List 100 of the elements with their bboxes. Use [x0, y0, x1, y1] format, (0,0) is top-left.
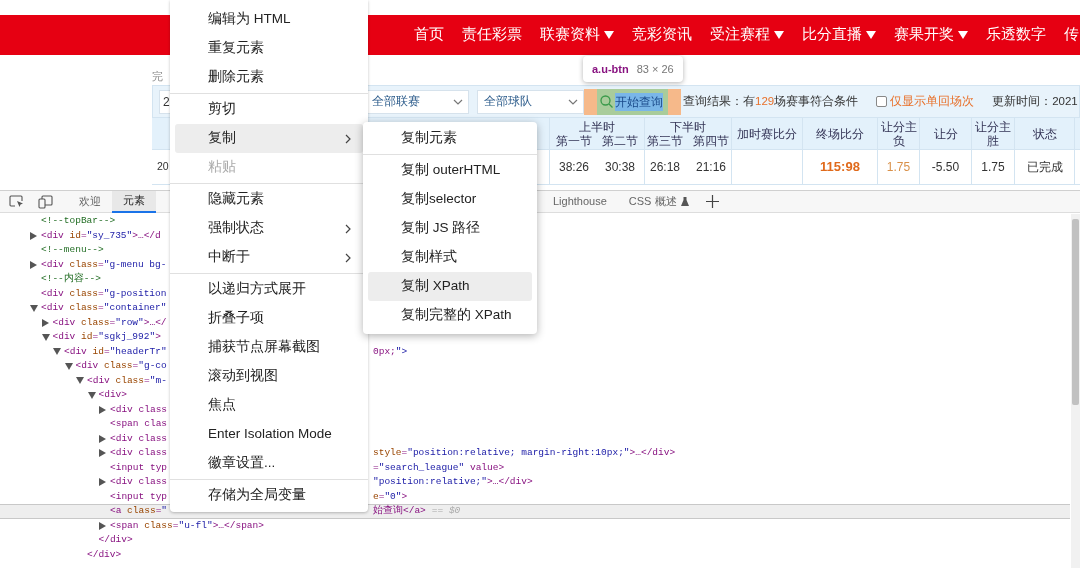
caret-icon [958, 31, 968, 39]
code-line[interactable]: <div class [110, 475, 168, 490]
code-line[interactable]: <div id="sgkj_992"> [52, 330, 161, 345]
column-header: 加时赛比分 [736, 126, 798, 141]
menu-item[interactable]: 复制 XPath [368, 272, 532, 301]
table-cell-text: 21:16 [696, 159, 727, 176]
table-cell-text: 115:98 [820, 158, 860, 177]
code-line[interactable]: <span clas [110, 417, 168, 432]
select-field[interactable]: 全部联赛 [365, 89, 469, 114]
column-header: 状态 [1031, 126, 1058, 141]
menu-item[interactable]: 徽章设置... [175, 449, 363, 478]
menu-item[interactable]: 隐藏元素 [175, 185, 363, 214]
devtools-tab[interactable]: 元素 [112, 190, 156, 213]
inspect-icon[interactable] [9, 193, 25, 210]
table-cell-text: 1.75 [981, 159, 1005, 176]
code-line[interactable]: <div class [110, 402, 168, 417]
add-tab-icon[interactable] [705, 194, 720, 209]
menu-item[interactable]: 重复元素 [175, 34, 363, 63]
code-line[interactable]: <input typ [110, 489, 168, 504]
code-line[interactable]: </div> [87, 547, 122, 562]
column-header: 让分主胜 [974, 119, 1012, 148]
nav-link[interactable]: 联赛资料 [540, 24, 614, 46]
menu-item[interactable]: 捕获节点屏幕截图 [175, 333, 363, 362]
column-header: 第二节 [602, 133, 638, 148]
menu-item[interactable]: 复制 [175, 124, 363, 153]
table-cell-text: -5.50 [931, 159, 960, 176]
caret-icon [604, 31, 614, 39]
nav-link[interactable]: 赛果开奖 [894, 24, 968, 46]
menu-item[interactable]: 焦点 [175, 391, 363, 420]
code-line[interactable]: <div class="container" [41, 301, 167, 316]
code-line[interactable]: <div class="g-position [41, 286, 167, 301]
menu-item[interactable]: 剪切 [175, 95, 363, 124]
scrollbar[interactable] [1071, 214, 1080, 568]
menu-item[interactable]: 复制元素 [368, 124, 532, 153]
dollar-zero-text: == $0 [431, 504, 461, 519]
devtools-tab[interactable]: 欢迎 [68, 190, 112, 213]
nav-link[interactable]: 比分直播 [802, 24, 876, 46]
nav-link[interactable]: 受注赛程 [710, 24, 784, 46]
menu-item[interactable]: 复制selector [368, 185, 532, 214]
code-line[interactable]: <div class [110, 431, 168, 446]
menu-item[interactable]: Enter Isolation Mode [175, 420, 363, 449]
select-field[interactable]: 全部球队 [477, 89, 584, 114]
table-cell-text: 38:26 [558, 159, 589, 176]
menu-item[interactable]: 删除元素 [175, 63, 363, 92]
code-line[interactable]: <span class="u-fl">…</span> [110, 518, 264, 533]
expand-arrow-icon [99, 521, 106, 530]
code-line[interactable]: <div class="m- [87, 373, 167, 388]
code-line[interactable]: <div id="headerTr" [64, 344, 167, 359]
code-line[interactable]: <div class [110, 446, 168, 461]
update-time-text: 更新时间：2021 [992, 93, 1078, 109]
nav-link[interactable]: 传 [1064, 24, 1079, 46]
checkbox[interactable] [876, 96, 888, 107]
search-icon [600, 95, 613, 108]
menu-item[interactable]: 中断于 [175, 243, 363, 272]
menu-item[interactable]: 以递归方式展开 [175, 275, 363, 304]
collapse-arrow-icon [30, 304, 38, 312]
table-cell-text: 已完成 [1026, 159, 1063, 176]
code-line[interactable]: <input typ [110, 460, 168, 475]
size-text: 83 × 26 [636, 61, 674, 77]
menu-item[interactable]: 编辑为 HTML [175, 5, 363, 34]
code-line[interactable]: <!--topBar--> [41, 214, 116, 229]
code-line: e="0"> [373, 489, 408, 504]
menu-item[interactable]: 折叠子项 [175, 304, 363, 333]
menu-item[interactable]: 滚动到视图 [175, 362, 363, 391]
code-line[interactable]: <a class=" [110, 504, 168, 519]
menu-item[interactable]: 强制状态 [175, 214, 363, 243]
column-header: 下半时 [670, 119, 706, 134]
nav-link[interactable]: 竞彩资讯 [632, 24, 692, 46]
nav-link[interactable]: 责任彩票 [462, 24, 522, 46]
nav-link[interactable]: 乐透数字 [986, 24, 1046, 46]
menu-item[interactable]: 复制样式 [368, 243, 532, 272]
code-line[interactable]: <div class="row">…</ [52, 315, 167, 330]
column-header: 终场比分 [815, 126, 865, 141]
devtools-tab[interactable]: Lighthouse [542, 190, 618, 213]
caret-icon [866, 31, 876, 39]
chevron-down-icon [453, 98, 463, 105]
menu-item[interactable]: 复制 outerHTML [368, 156, 532, 185]
breadcrumb-text: 完 [152, 70, 163, 82]
table-cell: 20 [157, 159, 169, 175]
code-line[interactable]: <div class="g-menu bg- [41, 257, 167, 272]
devtools-tab[interactable]: CSS 概述 [617, 190, 700, 213]
code-line: ="search_league" value> [373, 460, 505, 475]
menu-item[interactable]: 复制完整的 XPath [368, 301, 532, 330]
nav-link[interactable]: 首页 [414, 24, 444, 46]
device-icon[interactable] [38, 193, 54, 210]
code-line[interactable]: <div class="g-co [75, 359, 167, 374]
code-line[interactable]: <div id="sy_735">…</d [41, 228, 161, 243]
code-line[interactable]: <!--menu--> [41, 243, 104, 258]
code-line[interactable]: <!--内容--> [41, 272, 101, 287]
table-cell-text: 30:38 [605, 159, 636, 176]
expand-arrow-icon [99, 405, 106, 414]
menu-item[interactable]: 存储为全局变量 [175, 481, 363, 510]
code-line[interactable]: </div> [98, 533, 133, 548]
menu-item[interactable]: 复制 JS 路径 [368, 214, 532, 243]
code-line: style="position:relative; margin-right:10px;">…</div> [373, 446, 676, 461]
search-button[interactable]: 开始查询 [597, 88, 668, 115]
chevron-right-icon [345, 252, 351, 263]
scrollbar-thumb[interactable] [1072, 219, 1079, 405]
expand-arrow-icon [41, 318, 49, 327]
code-line[interactable]: <div> [98, 388, 127, 403]
